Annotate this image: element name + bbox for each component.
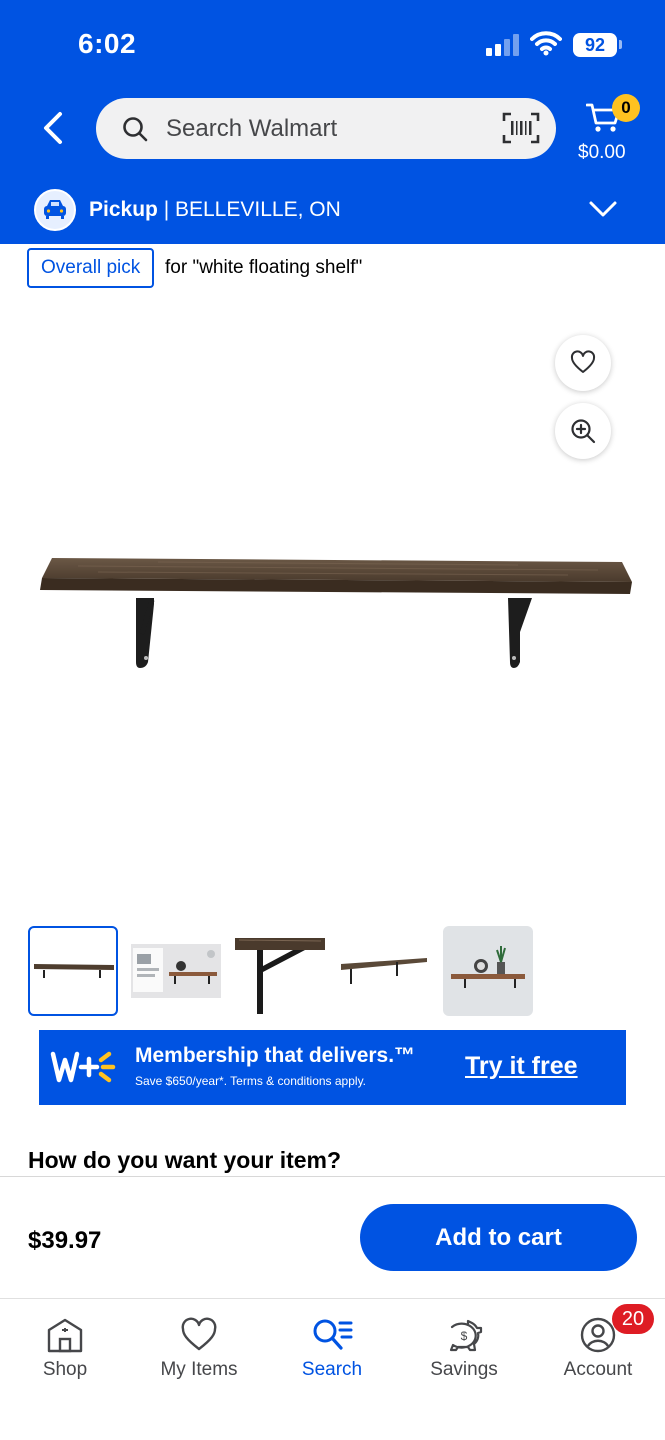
favorite-button[interactable]: [555, 335, 611, 391]
barcode-scanner-icon[interactable]: [502, 112, 540, 144]
thumbnail-1[interactable]: [28, 926, 118, 1016]
heart-icon: [181, 1317, 217, 1351]
thumbnail-strip: [28, 926, 548, 1016]
product-price: $39.97: [28, 1227, 102, 1254]
fulfillment-heading: How do you want your item?: [28, 1147, 342, 1173]
back-arrow-icon[interactable]: [34, 108, 74, 148]
zoom-button[interactable]: [555, 403, 611, 459]
battery-level: 92: [573, 33, 617, 57]
tab-label: Search: [301, 1359, 363, 1380]
walmart-plus-logo: [50, 1051, 116, 1083]
thumbnail-4[interactable]: [339, 926, 429, 1016]
walmart-plus-banner[interactable]: Membership that delivers.™ Save $650/yea…: [39, 1030, 626, 1105]
shop-icon: [47, 1318, 83, 1353]
cellular-signal-icon: [486, 34, 520, 56]
heart-icon: [570, 350, 596, 373]
tab-shop[interactable]: Shop: [10, 1317, 120, 1397]
thumbnail-3[interactable]: [235, 926, 325, 1016]
tab-search[interactable]: Search: [277, 1317, 387, 1397]
piggy-bank-icon: $: [449, 1319, 483, 1352]
zoom-in-icon: [571, 419, 596, 444]
app-header: 6:02 92 Search Walmart 0 $0.00 Pickup | …: [0, 0, 665, 244]
tab-label: Savings: [430, 1359, 498, 1380]
account-notification-badge: 20: [612, 1304, 654, 1334]
cart-count-badge: 0: [612, 94, 640, 122]
search-icon: [123, 117, 148, 142]
product-image[interactable]: [38, 552, 634, 672]
search-bar[interactable]: Search Walmart: [96, 98, 556, 159]
chevron-down-icon[interactable]: [588, 198, 618, 220]
pickup-car-icon: [34, 189, 76, 231]
promo-subtitle: Save $650/year*. Terms & conditions appl…: [135, 1074, 367, 1088]
pickup-label: Pickup: [89, 198, 158, 221]
search-input[interactable]: Search Walmart: [166, 98, 337, 159]
pickup-location[interactable]: Pickup | BELLEVILLE, ON: [89, 198, 341, 222]
promo-title: Membership that delivers.™: [135, 1044, 416, 1067]
purchase-bar: $39.97 Add to cart: [0, 1176, 665, 1298]
add-to-cart-button[interactable]: Add to cart: [360, 1204, 637, 1271]
bottom-tab-bar: Shop My Items Search $ Savings Account: [0, 1298, 665, 1440]
thumbnail-5[interactable]: [443, 926, 533, 1016]
wifi-icon: [530, 31, 562, 56]
cart-total: $0.00: [578, 142, 626, 163]
cart-button[interactable]: 0 $0.00: [578, 94, 650, 166]
pickup-city: | BELLEVILLE, ON: [163, 198, 341, 221]
try-it-free-link[interactable]: Try it free: [465, 1052, 578, 1081]
battery-tip: [619, 40, 622, 49]
tab-my-items[interactable]: My Items: [144, 1317, 254, 1397]
tab-label: My Items: [160, 1359, 238, 1380]
tab-label: Shop: [42, 1359, 88, 1380]
account-icon: [580, 1317, 616, 1353]
svg-text:$: $: [461, 1329, 468, 1343]
tab-savings[interactable]: $ Savings: [409, 1317, 519, 1397]
search-list-icon: [313, 1319, 353, 1350]
thumbnail-2[interactable]: [131, 926, 221, 1016]
overall-pick-badge: Overall pick: [27, 248, 155, 288]
status-time: 6:02: [78, 28, 137, 59]
badge-context: for "white floating shelf": [165, 257, 363, 278]
tab-label: Account: [563, 1359, 633, 1380]
